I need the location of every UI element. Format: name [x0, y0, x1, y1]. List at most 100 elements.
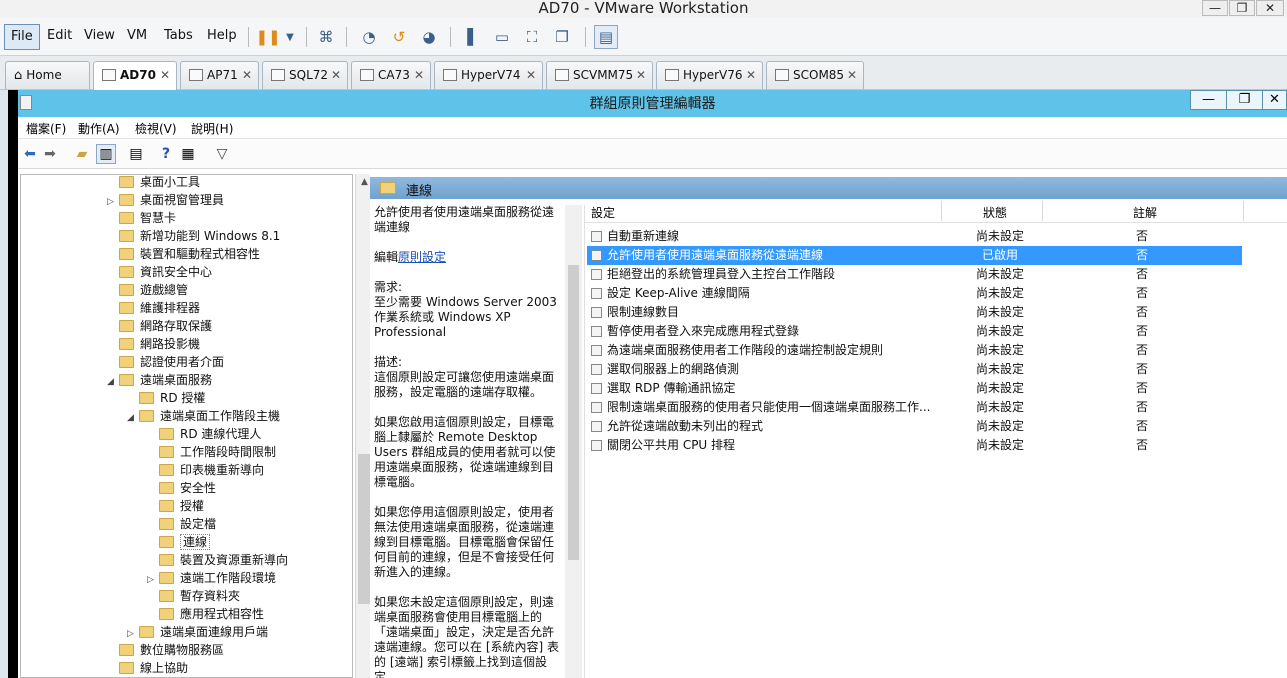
menu-help[interactable]: Help [201, 24, 243, 50]
forward-arrow-icon[interactable]: ➡ [40, 144, 60, 164]
expand-arrow-icon[interactable]: ◢ [127, 409, 139, 427]
menu-view[interactable]: View [78, 24, 121, 50]
back-arrow-icon[interactable]: ⬅ [20, 144, 40, 164]
console-view-icon[interactable]: ▤ [594, 25, 618, 49]
setting-row[interactable]: 自動重新連線 尚未設定 否 [587, 227, 1242, 246]
tree-item[interactable]: ▷ 遠端工作階段環境 [147, 569, 276, 587]
setting-row[interactable]: 選取 RDP 傳輸通訊協定 尚未設定 否 [587, 379, 1242, 398]
setting-row[interactable]: 限制遠端桌面服務的使用者只能使用一個遠端桌面服務工作... 尚未設定 否 [587, 398, 1242, 417]
tree-item[interactable]: RD 授權 [127, 389, 205, 407]
tab-scvmm75[interactable]: SCVMM75 ✕ [546, 61, 653, 89]
chevron-down-icon[interactable]: ▼ [278, 25, 302, 49]
tree-item[interactable]: ▷ 遠端桌面連線用戶端 [127, 623, 268, 641]
tab-close-icon[interactable]: ✕ [526, 62, 536, 88]
tree-item[interactable]: RD 連線代理人 [147, 425, 261, 443]
tree-item[interactable]: 連線 [147, 533, 211, 551]
tree-item[interactable]: ◢ 遠端桌面服務 [107, 371, 212, 389]
setting-row[interactable]: 允許從遠端啟動未列出的程式 尚未設定 否 [587, 417, 1242, 436]
setting-row[interactable]: 選取伺服器上的網路偵測 尚未設定 否 [587, 360, 1242, 379]
tab-hyperv76[interactable]: HyperV76 ✕ [656, 61, 763, 89]
tree-item[interactable]: 資訊安全中心 [107, 263, 212, 281]
tree-item[interactable]: 暫存資料夾 [147, 587, 240, 605]
tree-item[interactable]: 應用程式相容性 [147, 605, 264, 623]
up-folder-icon[interactable]: ▰ [72, 144, 92, 164]
menu-file[interactable]: 檔案(F) [26, 120, 66, 137]
tree-item[interactable]: 桌面小工具 [107, 175, 200, 191]
properties-icon[interactable]: ▦ [178, 144, 198, 164]
setting-row[interactable]: 限制連線數目 尚未設定 否 [587, 303, 1242, 322]
snapshot-manager-icon[interactable]: ◕ [417, 25, 441, 49]
setting-row[interactable]: 拒絕登出的系統管理員登入主控台工作階段 尚未設定 否 [587, 265, 1242, 284]
tree-item[interactable]: 網路投影機 [107, 335, 200, 353]
tree-item[interactable]: 遊戲總管 [107, 281, 188, 299]
pause-icon[interactable]: ❚❚ [255, 25, 280, 49]
tab-close-icon[interactable]: ✕ [847, 62, 857, 88]
setting-row[interactable]: 設定 Keep-Alive 連線間隔 尚未設定 否 [587, 284, 1242, 303]
tab-close-icon[interactable]: ✕ [414, 62, 424, 88]
tab-hyperv74[interactable]: HyperV74 ✕ [434, 61, 543, 89]
scrollbar-thumb[interactable] [568, 265, 579, 560]
tree-item[interactable]: ▷ 桌面視窗管理員 [107, 191, 224, 209]
edit-policy-link[interactable]: 原則設定 [398, 250, 446, 264]
tab-close-icon[interactable]: ✕ [746, 62, 756, 88]
menu-edit[interactable]: Edit [41, 24, 78, 50]
tab-close-icon[interactable]: ✕ [331, 62, 341, 88]
tree-item[interactable]: 裝置和驅動程式相容性 [107, 245, 260, 263]
menu-view[interactable]: 檢視(V) [135, 120, 177, 137]
show-hide-tree-icon[interactable]: ▥ [96, 144, 116, 164]
column-state[interactable]: 狀態 [983, 204, 1007, 221]
tree-item[interactable]: 安全性 [147, 479, 216, 497]
menu-file[interactable]: File [4, 24, 40, 50]
tab-home[interactable]: ⌂ Home [5, 61, 90, 89]
tab-sql72[interactable]: SQL72 ✕ [262, 61, 348, 89]
gpm-maximize-button[interactable]: ❐ [1226, 90, 1263, 110]
expand-arrow-icon[interactable]: ◢ [107, 373, 119, 391]
tree-item[interactable]: 線上協助 [107, 659, 188, 677]
sidebar-toggle-icon[interactable]: ▌ [461, 25, 485, 49]
tree-item[interactable]: 維護排程器 [107, 299, 200, 317]
menu-tabs[interactable]: Tabs [158, 24, 199, 50]
unity-icon[interactable]: ❐ [550, 25, 574, 49]
tab-close-icon[interactable]: ✕ [160, 62, 170, 88]
scrollbar-thumb[interactable] [358, 454, 370, 604]
setting-row[interactable]: 關閉公平共用 CPU 排程 尚未設定 否 [587, 436, 1242, 455]
tree-item[interactable]: 智慧卡 [107, 209, 176, 227]
tree-item[interactable]: 設定檔 [147, 515, 216, 533]
gpm-close-button[interactable]: ✕ [1262, 90, 1287, 110]
tree-item[interactable]: 工作階段時間限制 [147, 443, 276, 461]
menu-vm[interactable]: VM [121, 24, 153, 50]
tree-item[interactable]: 印表機重新導向 [147, 461, 264, 479]
tree-item[interactable]: 新增功能到 Windows 8.1 [107, 227, 280, 245]
column-comment[interactable]: 註解 [1133, 204, 1157, 221]
revert-snapshot-icon[interactable]: ↺ [387, 25, 411, 49]
tree-item[interactable]: 裝置及資源重新導向 [147, 551, 288, 569]
tree-item[interactable]: 授權 [147, 497, 204, 515]
menu-help[interactable]: 說明(H) [191, 120, 233, 137]
column-setting[interactable]: 設定 [591, 204, 615, 221]
menu-action[interactable]: 動作(A) [78, 120, 120, 137]
tree-item[interactable]: ◢ 遠端桌面工作階段主機 [127, 407, 280, 425]
thumbnail-bar-icon[interactable]: ▭ [490, 25, 514, 49]
description-scrollbar[interactable] [565, 205, 582, 678]
snapshot-icon[interactable]: ◔ [357, 25, 381, 49]
tab-close-icon[interactable]: ✕ [242, 62, 252, 88]
help-icon[interactable]: ? [156, 144, 176, 164]
setting-row[interactable]: 允許使用者使用遠端桌面服務從遠端連線 已啟用 否 [587, 246, 1242, 265]
export-list-icon[interactable]: ▤ [126, 144, 146, 164]
tree-item[interactable]: 網路存取保護 [107, 317, 212, 335]
maximize-button[interactable]: ❐ [1229, 0, 1255, 16]
send-ctrl-alt-del-icon[interactable]: ⌘ [314, 25, 338, 49]
full-screen-icon[interactable]: ⛶ [520, 25, 544, 49]
tab-close-icon[interactable]: ✕ [636, 62, 646, 88]
filter-icon[interactable]: ▽ [212, 144, 232, 164]
tab-scom85[interactable]: SCOM85 ✕ [766, 61, 864, 89]
column-divider[interactable] [941, 201, 942, 221]
tab-ad70[interactable]: AD70 ✕ [93, 61, 177, 90]
tree-item[interactable]: 數位購物服務區 [107, 641, 224, 659]
tab-ca73[interactable]: CA73 ✕ [351, 61, 431, 89]
close-button[interactable]: ✕ [1256, 0, 1284, 16]
setting-row[interactable]: 暫停使用者登入來完成應用程式登錄 尚未設定 否 [587, 322, 1242, 341]
minimize-button[interactable]: — [1202, 0, 1228, 16]
column-divider[interactable] [1042, 201, 1043, 221]
column-divider[interactable] [1243, 201, 1244, 221]
